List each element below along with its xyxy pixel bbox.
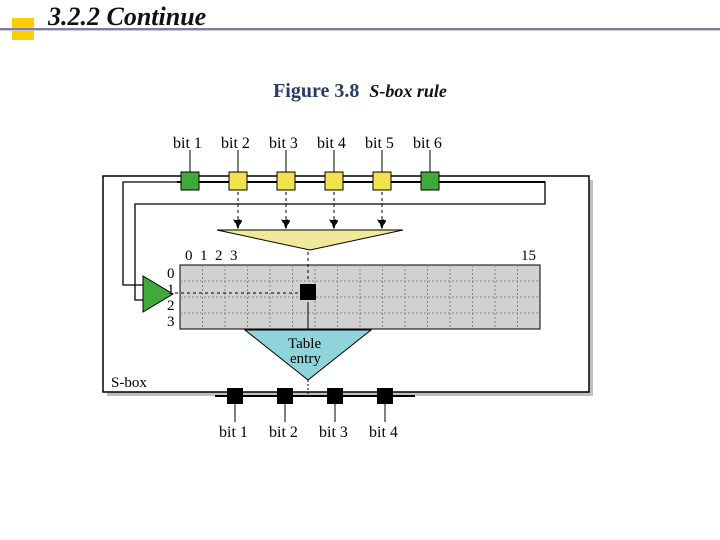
bit-in-2-label: bit 2 [221,135,250,152]
bit-out-3-box [327,388,343,404]
sbox-diagram: S-box bit 1 bit 2 bit 3 bit 4 bit 5 bit … [95,130,625,470]
bit-in-6-label: bit 6 [413,135,442,152]
sbox-label: S-box [111,375,147,391]
bit-out-2-label: bit 2 [269,424,298,441]
bit-in-5-label: bit 5 [365,135,394,152]
lookup-table [180,265,540,329]
selected-cell [300,284,316,300]
table-entry-label-1: Table [288,336,321,352]
bit-in-1-label: bit 1 [173,135,202,152]
row-tick: 0 [167,266,175,282]
bit-in-6-box [421,172,439,190]
col-tick: 1 [200,248,208,264]
figure-title: S-box rule [369,81,447,101]
bit-out-2-box [277,388,293,404]
bit-out-3-label: bit 3 [319,424,348,441]
bit-in-3-label: bit 3 [269,135,298,152]
row-tick: 2 [167,298,175,314]
bit-in-4-label: bit 4 [317,135,346,152]
bit-out-1-label: bit 1 [219,424,248,441]
bit-in-2-box [229,172,247,190]
figure-number: Figure 3.8 [273,80,359,102]
bit-in-3-box [277,172,295,190]
figure-caption: Figure 3.8 S-box rule [0,80,720,103]
col-tick: 15 [521,248,536,264]
slide-heading: 3.2.2 Continue [48,2,206,32]
col-tick: 0 [185,248,193,264]
bit-out-1-box [227,388,243,404]
bit-out-4-box [377,388,393,404]
bit-in-4-box [325,172,343,190]
bit-in-1-box [181,172,199,190]
col-tick: 3 [230,248,238,264]
bit-in-5-box [373,172,391,190]
table-entry-label-2: entry [290,351,321,367]
col-tick: 2 [215,248,223,264]
bit-out-4-label: bit 4 [369,424,398,441]
row-tick: 3 [167,314,175,330]
row-tick: 1 [167,282,175,298]
